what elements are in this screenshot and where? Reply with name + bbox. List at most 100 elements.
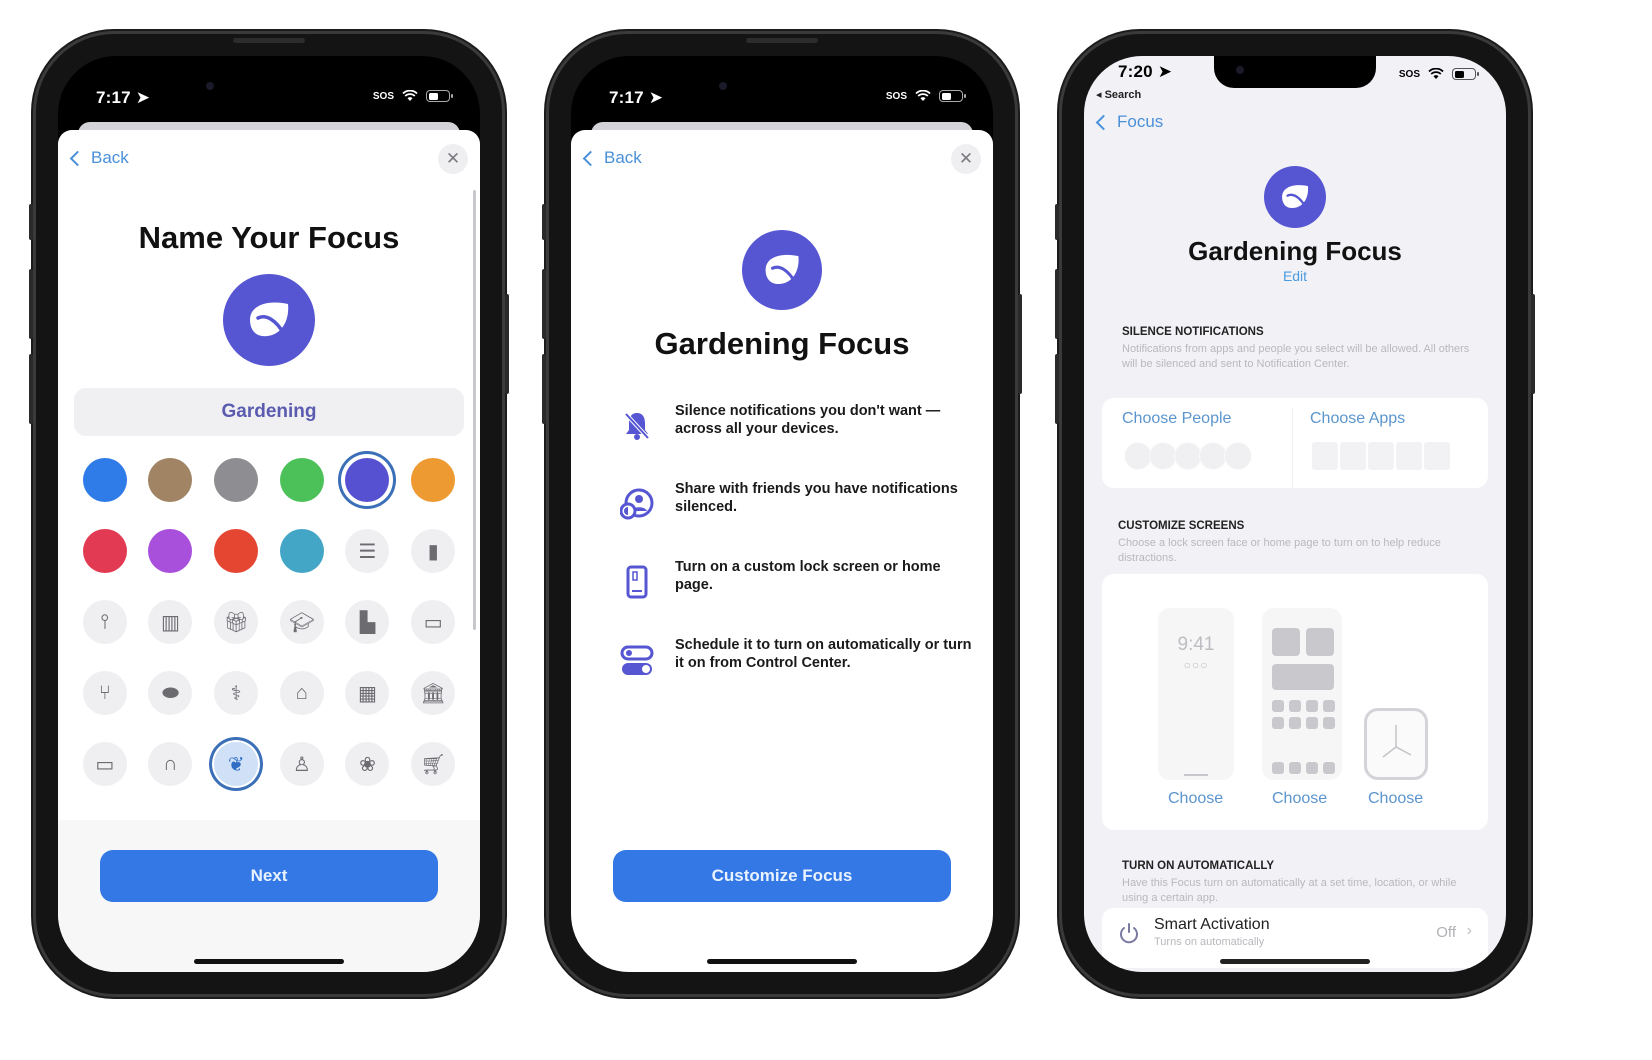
color-swatch-orange[interactable] xyxy=(411,458,456,502)
close-button[interactable]: ✕ xyxy=(438,144,468,174)
color-swatch-green[interactable] xyxy=(279,458,324,502)
paw-icon: ❀ xyxy=(359,753,376,776)
dock-placeholder xyxy=(1272,762,1335,774)
glyph-option[interactable]: ⑂ xyxy=(82,671,127,715)
color-swatch-gray[interactable] xyxy=(214,458,259,502)
glyph-option[interactable]: ☰ xyxy=(345,529,390,573)
power-icon xyxy=(1120,923,1138,944)
glyph-option[interactable]: ▙ xyxy=(345,600,390,644)
glyph-option[interactable]: ⌂ xyxy=(279,671,324,715)
sos-indicator: SOS xyxy=(885,90,907,102)
wifi-icon xyxy=(915,90,931,101)
back-label: Back xyxy=(91,148,129,167)
stethoscope-icon: ⚕ xyxy=(230,682,242,705)
watch-face-preview[interactable] xyxy=(1364,708,1428,780)
feature-text: Share with friends you have notification… xyxy=(675,481,958,515)
back-to-focus-button[interactable]: Focus xyxy=(1095,112,1163,132)
glyph-option[interactable]: ♙ xyxy=(279,742,324,786)
glyph-option[interactable]: ▭ xyxy=(411,600,456,644)
status-time: 7:20 ➤ xyxy=(1118,62,1173,81)
feature-text: Silence notifications you don't want — a… xyxy=(675,403,941,437)
leaf-icon xyxy=(250,302,289,337)
feature-text: Schedule it to turn on automatically or … xyxy=(675,637,972,671)
home-indicator xyxy=(1220,959,1370,964)
choose-people-link[interactable]: Choose People xyxy=(1122,410,1231,428)
glyph-option[interactable]: 🏛︎ xyxy=(411,671,456,715)
status-time: 7:17 ➤ xyxy=(609,88,664,107)
glyph-option[interactable]: ❀ xyxy=(345,742,390,786)
feature-list: Silence notifications you don't want — a… xyxy=(619,402,973,714)
cart-icon: 🛒︎ xyxy=(420,753,446,776)
choose-home-screen-link[interactable]: Choose xyxy=(1272,790,1327,808)
glyph-option[interactable]: ▭ xyxy=(82,742,127,786)
credit-card-icon: ▭ xyxy=(423,611,443,634)
battery-icon xyxy=(426,90,453,102)
glyph-option[interactable]: ⫯ xyxy=(82,600,127,644)
battery-icon xyxy=(939,90,966,102)
glyph-option[interactable]: ⚕ xyxy=(214,671,259,715)
volume-down-button xyxy=(542,354,546,424)
lock-screen-time: 9:41 xyxy=(1177,634,1215,655)
person-icon: ♙ xyxy=(292,753,311,776)
app-placeholder-icons xyxy=(1312,442,1450,470)
bank-icon: 🏛︎ xyxy=(420,682,446,705)
glyph-option[interactable]: ▮ xyxy=(411,529,456,573)
phone-screen-icon xyxy=(619,562,655,602)
glyph-option[interactable]: ▦ xyxy=(345,671,390,715)
color-swatch-purple[interactable] xyxy=(148,529,193,573)
home-indicator xyxy=(707,959,857,964)
graduation-cap-icon: 🎓︎ xyxy=(289,611,315,634)
customize-focus-button[interactable]: Customize Focus xyxy=(613,850,951,902)
lock-screen-preview[interactable]: 9:41 ○○○ xyxy=(1158,608,1234,780)
glyph-option[interactable]: 🎓︎ xyxy=(279,600,324,644)
choose-apps-link[interactable]: Choose Apps xyxy=(1310,410,1405,428)
next-button[interactable]: Next xyxy=(100,850,438,902)
back-to-search-link[interactable]: ◂ Search xyxy=(1096,88,1141,101)
mute-switch xyxy=(29,204,33,240)
choose-watch-face-link[interactable]: Choose xyxy=(1368,790,1423,808)
color-swatch-blue[interactable] xyxy=(82,458,127,502)
books-icon: ▥ xyxy=(161,611,180,634)
color-swatch-indigo[interactable] xyxy=(345,458,390,502)
share-people-icon xyxy=(619,484,655,524)
focus-name-field[interactable]: Gardening xyxy=(74,388,464,436)
fork-knife-icon: ⑂ xyxy=(98,681,111,704)
app-grid-placeholder xyxy=(1272,700,1335,729)
focus-icon-preview xyxy=(223,274,315,366)
color-swatch-red-orange[interactable] xyxy=(214,529,259,573)
glyph-option[interactable]: ❦ xyxy=(214,742,259,786)
focus-icon-badge xyxy=(1264,166,1326,228)
color-swatch-red[interactable] xyxy=(82,529,127,573)
auto-section-heading: TURN ON AUTOMATICALLY xyxy=(1122,860,1275,872)
auto-section-description: Have this Focus turn on automatically at… xyxy=(1122,877,1457,904)
pin-icon: ⫯ xyxy=(100,610,110,633)
glyph-option[interactable]: ▥ xyxy=(148,600,193,644)
speaker-grille xyxy=(746,38,818,43)
chevron-left-icon xyxy=(69,150,86,166)
glyph-option[interactable]: 🛒︎ xyxy=(411,742,456,786)
phone-focus-settings: 7:20 ➤ SOS ◂ Search Focus Gardening Focu… xyxy=(1055,34,1535,994)
color-swatch-teal[interactable] xyxy=(279,529,324,573)
glyph-option[interactable]: ∩ xyxy=(148,742,193,786)
smart-activation-title: Smart Activation xyxy=(1154,916,1270,933)
scrollbar[interactable] xyxy=(473,190,476,630)
back-button[interactable]: Back xyxy=(69,148,129,168)
choose-lock-screen-link[interactable]: Choose xyxy=(1168,790,1223,808)
list-icon: ☰ xyxy=(358,540,377,563)
battery-icon xyxy=(1452,68,1479,80)
glyph-option[interactable]: ⬬ xyxy=(148,671,193,715)
volume-down-button xyxy=(29,354,33,424)
glyph-option[interactable]: 🎁︎ xyxy=(214,600,259,644)
screen: 7:17 ➤ SOS Back ✕ Gardening Focus Silenc… xyxy=(571,56,993,972)
lock-screen-widgets: ○○○ xyxy=(1183,658,1209,672)
people-placeholder-avatars xyxy=(1124,442,1252,470)
leaf-icon xyxy=(1282,185,1309,209)
volume-up-button xyxy=(1055,269,1059,339)
close-button[interactable]: ✕ xyxy=(951,144,981,174)
back-button[interactable]: Back xyxy=(582,148,642,168)
mute-switch xyxy=(1055,204,1059,240)
page-title: Gardening Focus xyxy=(1188,236,1402,266)
home-screen-preview[interactable] xyxy=(1262,608,1342,780)
edit-button[interactable]: Edit xyxy=(1084,268,1506,284)
color-swatch-brown[interactable] xyxy=(148,458,193,502)
